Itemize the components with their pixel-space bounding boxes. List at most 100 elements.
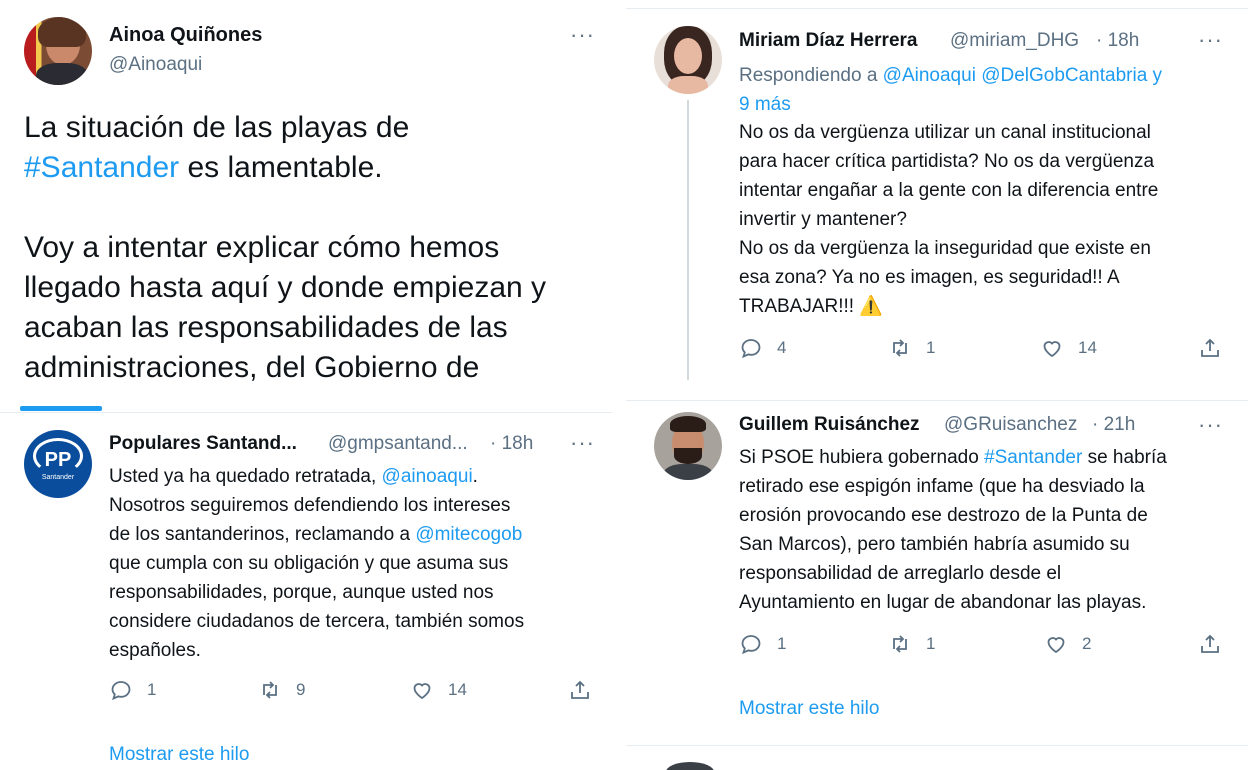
text-line: invertir y mantener? [739,209,907,230]
collage-gutter [612,0,626,770]
retweet-count: 9 [296,680,306,699]
text-line: esa zona? Ya no es imagen, es seguridad!… [739,267,1120,288]
author-name[interactable]: Populares Santand... [109,433,297,455]
text-line: responsabilidades, porque, aunque usted … [109,582,494,603]
like-button[interactable]: 2 [1044,632,1091,656]
next-tweet-avatar-partial [666,762,714,770]
reply-icon [741,635,761,655]
reply-icon [111,681,131,701]
share-button[interactable] [568,678,592,702]
share-button[interactable] [1198,336,1222,360]
reply-tweet-guillem: Guillem Ruisánchez @GRuisanchez · 21h ··… [626,400,1248,770]
text-line: para hacer crítica partidista? No os da … [739,151,1155,172]
author-name[interactable]: Miriam Díaz Herrera [739,30,917,52]
retweet-button[interactable]: 9 [258,678,305,702]
text-line: acaban las responsabilidades de las [24,311,508,344]
reply-icon [741,339,761,359]
show-thread-link[interactable]: Mostrar este hilo [739,698,879,720]
more-options-icon[interactable]: ··· [1198,414,1223,436]
more-options-icon[interactable]: ··· [1198,29,1223,51]
reply-button[interactable]: 4 [739,336,786,360]
mention-link[interactable]: @Ainoaqui @DelGobCantabria y [883,65,1162,86]
avatar[interactable]: PP Santander [24,430,92,498]
text-line: Ayuntamiento en lugar de abandonar las p… [739,592,1147,613]
more-options-icon[interactable]: ··· [570,432,595,454]
like-count: 2 [1082,634,1092,653]
tweet-text: Usted ya ha quedado retratada, @ainoaqui… [109,462,609,665]
thread-connector [687,100,689,380]
heart-icon [1047,637,1065,654]
divider [626,400,1248,401]
retweet-count: 1 [926,634,936,653]
warning-icon: ⚠️ [859,296,884,317]
reply-tweet-pp: PP Santander Populares Santand... @gmpsa… [0,386,612,770]
replying-to: Respondiendo a @Ainoaqui @DelGobCantabri… [739,61,1239,119]
retweet-icon [893,635,907,653]
text-fragment: Usted ya ha quedado retratada, [109,466,382,487]
text-fragment: Si PSOE hubiera gobernado [739,447,985,468]
text-line: españoles. [109,640,201,661]
text-fragment: es lamentable. [179,151,383,184]
like-count: 14 [1078,338,1097,357]
tweet-text: No os da vergüenza utilizar un canal ins… [739,118,1244,321]
text-line: considere ciudadanos de tercera, también… [109,611,525,632]
pp-logo-subtext: Santander [41,474,75,481]
pp-logo-text: PP [44,449,72,471]
retweet-count: 1 [926,338,936,357]
mention-link[interactable]: @mitecogob [415,524,522,545]
retweet-button[interactable]: 1 [888,632,935,656]
author-name[interactable]: Ainoa Quiñones [109,24,262,47]
replying-prefix: Respondiendo a [739,65,883,86]
scroll-progress-bar [20,406,102,411]
text-line: #Santander es lamentable. [24,148,609,188]
mention-link[interactable]: @ainoaqui [382,466,473,487]
text-fragment: . [472,466,478,487]
main-tweet: Ainoa Quiñones @Ainoaqui ··· La situació… [0,0,612,384]
text-line: No os da vergüenza utilizar un canal ins… [739,122,1151,143]
like-count: 14 [448,680,467,699]
avatar[interactable] [654,412,722,480]
text-fragment: TRABAJAR!!! [739,296,855,317]
timestamp[interactable]: · 18h [1096,30,1139,52]
text-fragment: se habría [1082,447,1167,468]
tweet-text: Si PSOE hubiera gobernado #Santander se … [739,443,1244,617]
text-line: La situación de las playas de [24,111,410,144]
more-options-icon[interactable]: ··· [570,24,595,46]
divider [626,8,1248,9]
text-fragment: de los santanderinos, reclamando a [109,524,416,545]
author-handle[interactable]: @GRuisanchez [944,414,1077,436]
retweet-icon [893,339,907,357]
text-line: Voy a intentar explicar cómo hemos [24,231,500,264]
retweet-button[interactable]: 1 [888,336,935,360]
timestamp[interactable]: · 21h [1092,414,1135,436]
text-line: intentar engañar a la gente con la difer… [739,180,1159,201]
tweet-text: La situación de las playas de #Santander… [24,108,609,384]
author-handle[interactable]: @gmpsantand... [328,433,468,455]
hashtag-link[interactable]: #Santander [984,447,1082,468]
text-line: No os da vergüenza la inseguridad que ex… [739,238,1151,259]
reply-tweet-miriam: Miriam Díaz Herrera @miriam_DHG · 18h ··… [626,0,1248,395]
author-name[interactable]: Guillem Ruisánchez [739,414,920,436]
reply-button[interactable]: 1 [739,632,786,656]
avatar[interactable] [24,17,92,85]
share-button[interactable] [1198,632,1222,656]
avatar[interactable] [654,26,722,94]
retweet-icon [263,681,277,699]
share-icon [571,680,589,699]
like-button[interactable]: 14 [410,678,467,702]
reply-count: 4 [777,338,787,357]
text-line: llegado hasta aquí y donde empiezan y [24,271,547,304]
author-handle[interactable]: @Ainoaqui [109,54,202,76]
divider [0,412,612,413]
show-thread-link[interactable]: Mostrar este hilo [109,744,249,766]
timestamp[interactable]: · 18h [490,433,533,455]
heart-icon [413,683,431,700]
reply-button[interactable]: 1 [109,678,156,702]
more-mentions-link[interactable]: 9 más [739,90,1239,119]
text-line: administraciones, del Gobierno de [24,351,480,384]
heart-icon [1043,341,1061,358]
text-line: erosión provocando ese destrozo de la Pu… [739,505,1148,526]
hashtag-link[interactable]: #Santander [24,151,179,184]
like-button[interactable]: 14 [1040,336,1097,360]
author-handle[interactable]: @miriam_DHG [950,30,1079,52]
